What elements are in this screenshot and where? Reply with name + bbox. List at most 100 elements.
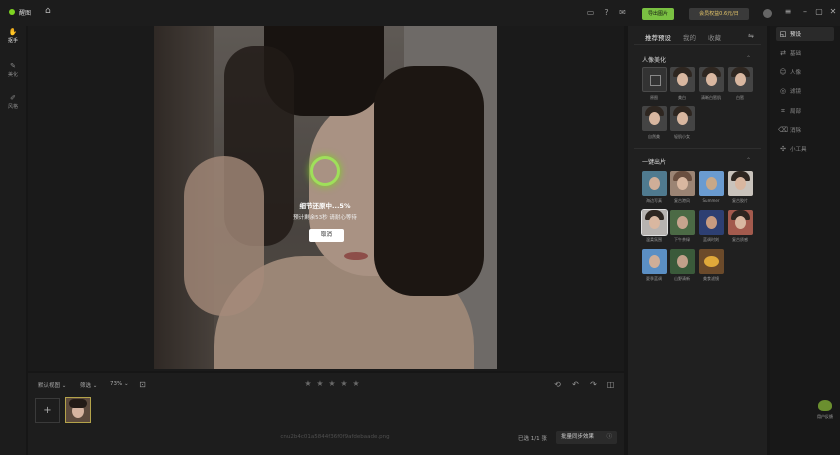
preset-card[interactable]	[699, 67, 724, 92]
home-icon[interactable]: ⌂	[45, 7, 54, 16]
view-dropdown[interactable]: 默认视图 ⌄	[38, 381, 66, 389]
preset-card[interactable]	[699, 249, 724, 274]
section-title: 人像美化	[642, 57, 667, 64]
preset-label: 原图	[650, 95, 658, 100]
zoom-dropdown[interactable]: 73% ⌄	[110, 381, 129, 387]
preset-label: 海边写真	[646, 198, 662, 203]
preset-card[interactable]	[642, 67, 667, 92]
preset-card[interactable]	[642, 106, 667, 131]
feedback-mascot-icon[interactable]	[818, 400, 832, 411]
preset-card[interactable]	[670, 171, 695, 196]
settings-icon[interactable]: ⇋	[748, 32, 754, 40]
info-icon: ⓘ	[606, 434, 612, 440]
preset-card[interactable]	[641, 209, 668, 236]
preset-label: 蓝调时刻	[703, 237, 719, 242]
preset-card[interactable]	[670, 106, 695, 131]
tool-item-erase[interactable]: ⌫ 消除	[776, 123, 834, 137]
rail-item-style[interactable]: ✐ 风格	[0, 94, 26, 110]
rail-label: 风格	[7, 104, 18, 110]
filter-dropdown[interactable]: 筛选 ⌄	[80, 381, 97, 389]
screen-icon[interactable]: ▭	[586, 8, 595, 17]
chevron-down-icon: ⌄	[92, 383, 98, 389]
rating-star[interactable]: ★	[304, 380, 312, 388]
fit-screen-icon[interactable]: ⊡	[138, 380, 147, 389]
compare-icon[interactable]: ◫	[606, 380, 615, 389]
preset-card[interactable]	[670, 67, 695, 92]
preset-card[interactable]	[642, 249, 667, 274]
tool-item-tools[interactable]: ✣ 小工具	[776, 142, 834, 156]
preset-label: 山野清新	[674, 276, 690, 281]
tool-item-portrait[interactable]: ☺ 人像	[776, 65, 834, 79]
rail-label: 美化	[7, 72, 18, 78]
feedback-label[interactable]: 用户反馈	[812, 414, 838, 420]
preset-label: 自然美	[648, 134, 660, 139]
file-name: cnu2b4c01a5844f36f0f9afdebaade.png	[280, 434, 390, 440]
preset-card[interactable]	[670, 249, 695, 274]
rating-star[interactable]: ★	[340, 380, 348, 388]
crop-icon: ⌗	[781, 107, 785, 115]
preset-card[interactable]	[642, 171, 667, 196]
rating-star[interactable]: ★	[316, 380, 324, 388]
rail-item-hand[interactable]: ✋ 抠手	[0, 28, 26, 44]
preset-icon: ◱	[779, 30, 787, 38]
history-icon[interactable]: ⟲	[553, 380, 562, 389]
user-avatar[interactable]	[763, 9, 772, 18]
preset-label: 温柔氛围	[646, 237, 662, 242]
cancel-button[interactable]: 取消	[309, 229, 344, 242]
tool-label: 基础	[790, 51, 802, 57]
brush-icon: ✐	[10, 94, 16, 102]
rating-star[interactable]: ★	[328, 380, 336, 388]
preset-label: 美白	[678, 95, 686, 100]
loading-spinner	[310, 156, 340, 186]
tool-item-preset[interactable]: ◱ 预设	[776, 27, 834, 41]
message-icon[interactable]: ✉	[618, 8, 627, 17]
preset-card[interactable]	[699, 171, 724, 196]
preset-label: 轻肌小女	[674, 134, 690, 139]
hand-icon: ✋	[8, 28, 18, 36]
rating-star[interactable]: ★	[352, 380, 360, 388]
preset-card[interactable]	[699, 210, 724, 235]
photo-thumbnail[interactable]	[65, 397, 91, 423]
tool-item-basic[interactable]: ⇄ 基础	[776, 46, 834, 60]
batch-apply-label: 批量同步效果	[561, 434, 595, 440]
preset-card[interactable]	[728, 171, 753, 196]
left-rail	[0, 26, 26, 455]
preset-card[interactable]	[670, 210, 695, 235]
redo-icon[interactable]: ↷	[589, 380, 598, 389]
tool-label: 局部	[790, 109, 802, 115]
maximize-icon[interactable]: ▢	[814, 7, 824, 17]
tab-recommended[interactable]: 推荐预设	[645, 32, 671, 42]
minimize-icon[interactable]: –	[800, 7, 810, 17]
add-photo-button[interactable]: +	[35, 398, 60, 423]
progress-title: 细节还原中...5%	[299, 202, 351, 210]
progress-overlay	[154, 26, 497, 369]
help-icon[interactable]: ?	[602, 8, 611, 17]
menu-icon[interactable]: ≡	[783, 7, 793, 17]
divider	[634, 44, 761, 45]
tool-label: 消除	[790, 128, 802, 134]
chevron-down-icon: ⌄	[61, 383, 67, 389]
progress-subtitle: 预计剩余53秒 请耐心等待	[293, 215, 357, 221]
batch-apply-button[interactable]: 批量同步效果 ⓘ	[556, 431, 617, 444]
rail-item-beautify[interactable]: ✎ 美化	[0, 62, 26, 78]
preset-label: 下午茶绿	[674, 237, 690, 242]
tool-label: 人像	[790, 70, 802, 76]
preset-label: 复古港风	[674, 198, 690, 203]
chevron-up-icon[interactable]: ⌃	[746, 157, 751, 164]
preset-card[interactable]	[728, 210, 753, 235]
tab-mine[interactable]: 我的	[683, 32, 696, 42]
tools-icon: ✣	[780, 145, 786, 153]
app-name: 醒图	[19, 10, 32, 17]
vip-button[interactable]: 会员权益0.6元/日	[689, 8, 749, 20]
tool-item-filter[interactable]: ◎ 滤镜	[776, 84, 834, 98]
view-label: 默认视图	[38, 383, 61, 389]
tab-favorites[interactable]: 收藏	[708, 32, 721, 42]
preset-card[interactable]	[728, 67, 753, 92]
export-button[interactable]: 导出图片	[642, 8, 674, 20]
adjust-icon: ⇄	[780, 49, 786, 57]
chevron-up-icon[interactable]: ⌃	[746, 55, 751, 62]
close-icon[interactable]: ✕	[828, 7, 838, 17]
undo-icon[interactable]: ↶	[571, 380, 580, 389]
tool-item-local[interactable]: ⌗ 局部	[776, 104, 834, 118]
preset-label: 复古质感	[732, 237, 748, 242]
